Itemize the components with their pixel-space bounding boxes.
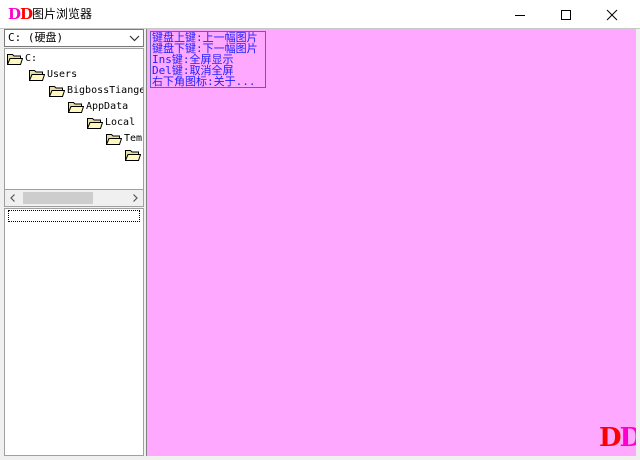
tree-node-appdata[interactable]: AppData bbox=[68, 99, 128, 115]
minimize-button[interactable] bbox=[497, 0, 543, 29]
window-title: 图片浏览器 bbox=[32, 7, 93, 21]
file-list[interactable] bbox=[4, 208, 144, 456]
tree-node-bigboss[interactable]: BigbossTiange bbox=[49, 83, 144, 99]
window-border-left bbox=[0, 29, 4, 460]
window-border-bottom bbox=[0, 456, 640, 460]
file-list-focus-row[interactable] bbox=[8, 210, 140, 222]
window-border-right bbox=[636, 29, 640, 460]
directory-tree[interactable]: C: Users BigbossTiange AppData Local Tem bbox=[4, 48, 144, 190]
tree-node-c[interactable]: C: bbox=[7, 51, 37, 67]
help-line-about: 右下角图标:关于... bbox=[152, 75, 256, 88]
title-bar[interactable]: DD 图片浏览器 bbox=[0, 0, 640, 29]
drive-selector-value: C: (硬盘) bbox=[8, 31, 64, 44]
drive-selector[interactable]: C: (硬盘) bbox=[4, 29, 144, 47]
open-folder-icon bbox=[7, 54, 23, 65]
maximize-button[interactable] bbox=[543, 0, 589, 29]
open-folder-icon bbox=[29, 70, 45, 81]
tree-node-subfolder[interactable] bbox=[125, 147, 143, 163]
app-logo-icon: DD bbox=[8, 5, 33, 23]
tree-node-label: Users bbox=[47, 69, 78, 80]
about-logo-icon[interactable]: DD bbox=[599, 424, 640, 452]
tree-horizontal-scrollbar[interactable] bbox=[4, 190, 144, 207]
minimize-icon bbox=[515, 14, 525, 16]
open-folder-icon bbox=[49, 86, 65, 97]
tree-node-label: Tem bbox=[124, 133, 143, 144]
tree-node-local[interactable]: Local bbox=[87, 115, 135, 131]
chevron-left-icon[interactable] bbox=[7, 192, 19, 204]
chevron-right-icon[interactable] bbox=[129, 192, 141, 204]
about-logo-letter-1: D bbox=[599, 423, 622, 453]
scrollbar-thumb[interactable] bbox=[23, 192, 93, 204]
chevron-down-icon[interactable] bbox=[128, 32, 141, 44]
tree-node-temp[interactable]: Tem bbox=[106, 131, 142, 147]
open-folder-icon bbox=[68, 102, 84, 113]
tree-node-users[interactable]: Users bbox=[29, 67, 77, 83]
help-box: 键盘上键:上一幅图片 键盘下键:下一幅图片 Ins键:全屏显示 Del键:取消全… bbox=[150, 31, 266, 88]
tree-node-label: Local bbox=[105, 117, 136, 128]
open-folder-icon bbox=[87, 118, 103, 129]
app-logo-letter-2: D bbox=[20, 5, 33, 23]
maximize-icon bbox=[561, 9, 571, 20]
close-icon bbox=[606, 9, 618, 20]
open-folder-icon bbox=[106, 134, 122, 145]
open-folder-icon bbox=[125, 150, 141, 161]
image-viewer[interactable]: 键盘上键:上一幅图片 键盘下键:下一幅图片 Ins键:全屏显示 Del键:取消全… bbox=[146, 29, 640, 456]
app-logo-letter-1: D bbox=[8, 5, 21, 23]
close-button[interactable] bbox=[589, 0, 635, 29]
tree-node-label: AppData bbox=[86, 101, 129, 112]
tree-node-label: BigbossTiange bbox=[67, 85, 144, 96]
tree-node-label: C: bbox=[25, 53, 38, 64]
